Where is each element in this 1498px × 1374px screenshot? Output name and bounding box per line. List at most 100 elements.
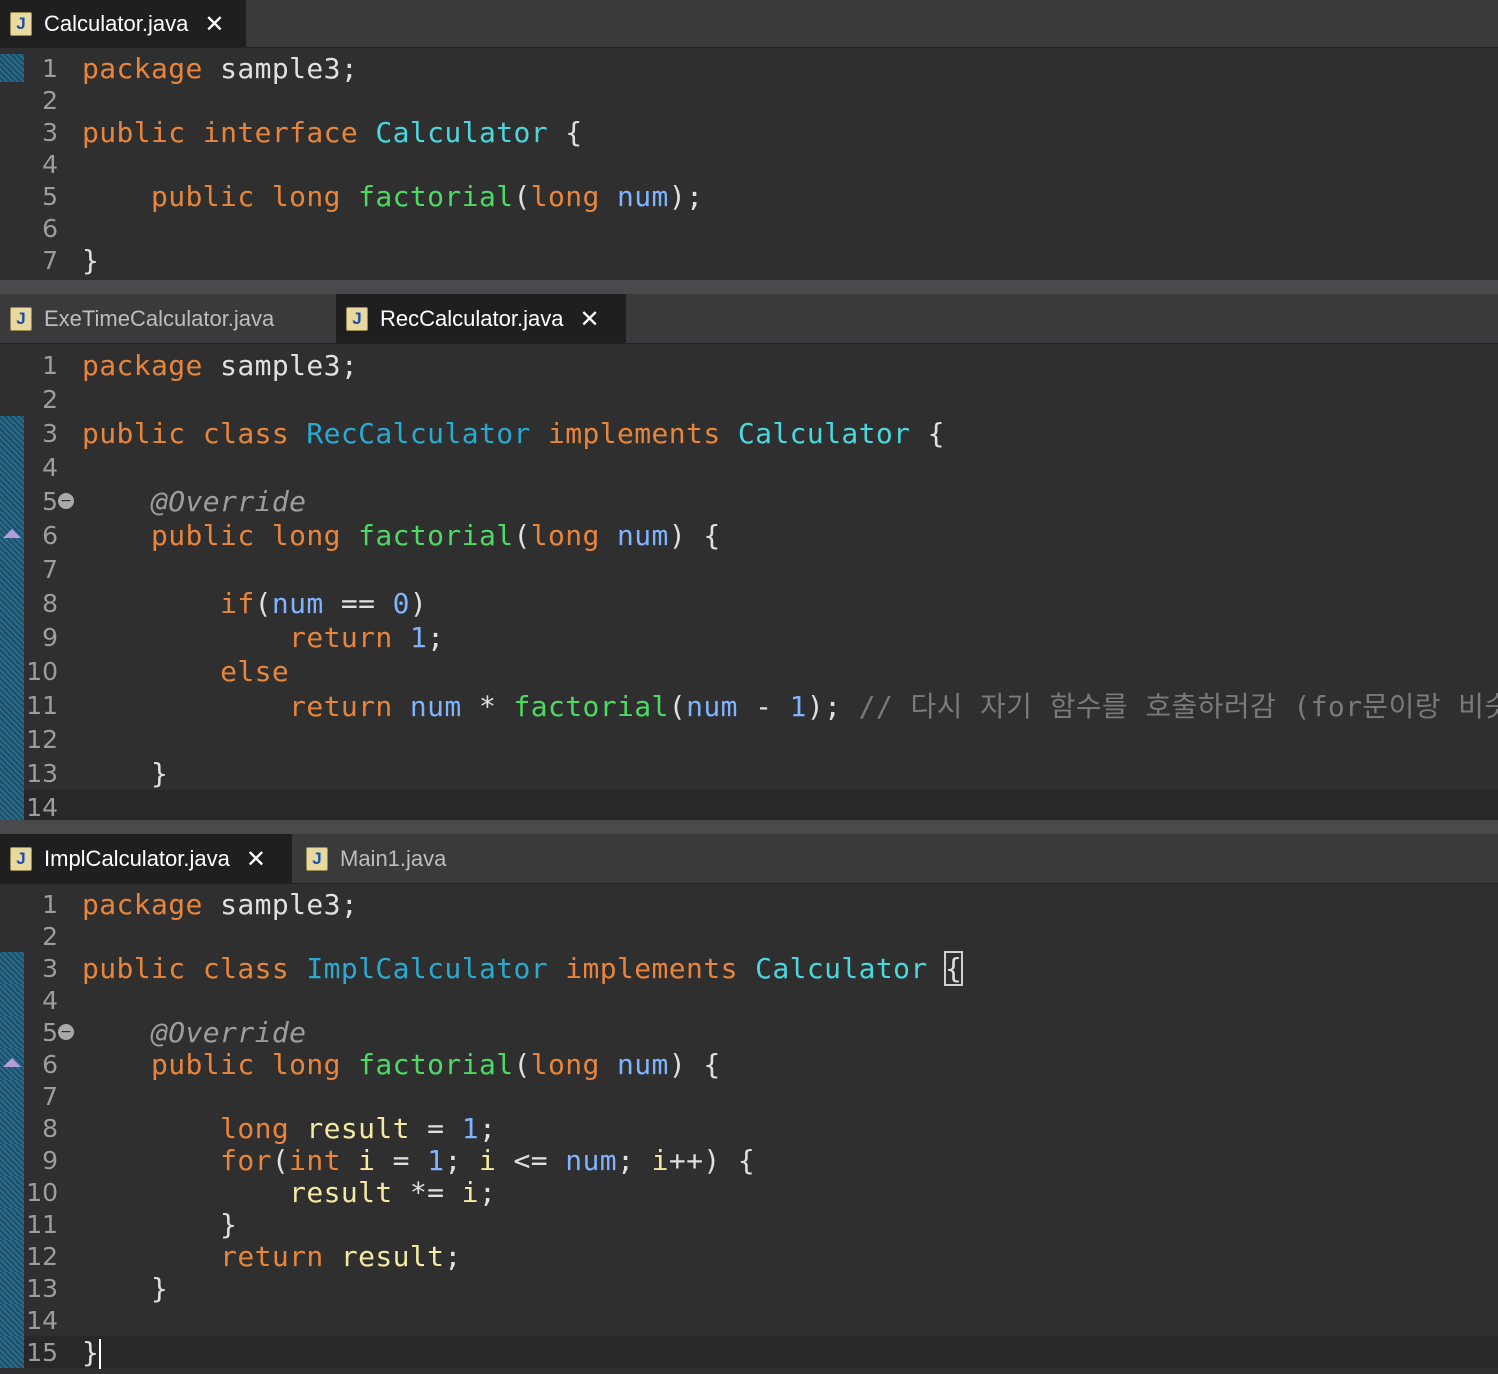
- code-text: }: [82, 1208, 237, 1241]
- tab-implcalculator-java[interactable]: J ImplCalculator.java ✕: [0, 834, 292, 883]
- change-ruler: [0, 1176, 24, 1208]
- code-token: (: [668, 690, 687, 723]
- code-line[interactable]: 7: [0, 552, 1498, 586]
- code-editor[interactable]: 1 package sample3; 2 3 public class ImplCalc…: [0, 884, 1498, 1374]
- fold-collapse-icon[interactable]: −: [58, 1024, 74, 1040]
- code-text: package sample3;: [82, 888, 358, 921]
- code-line[interactable]: 2: [0, 382, 1498, 416]
- code-line[interactable]: 6 public long factorial(long num) {: [0, 1047, 1498, 1081]
- code-line[interactable]: 15}: [0, 1336, 1498, 1369]
- pane-divider[interactable]: [0, 280, 1498, 294]
- code-line[interactable]: 10 else: [0, 654, 1498, 688]
- code-line[interactable]: 5− @Override: [0, 1016, 1498, 1049]
- code-editor[interactable]: 1 package sample3; 2 3 public interface Calc…: [0, 48, 1498, 280]
- code-line[interactable]: 8 long result = 1;: [0, 1112, 1498, 1145]
- code-line[interactable]: 4: [0, 984, 1498, 1016]
- code-line[interactable]: 4: [0, 450, 1498, 484]
- java-file-icon: J: [346, 306, 368, 331]
- code-line[interactable]: 6: [0, 212, 1498, 244]
- code-line[interactable]: 12: [0, 722, 1498, 756]
- code-line[interactable]: 1 package sample3;: [0, 888, 1498, 921]
- code-line[interactable]: 2: [0, 920, 1498, 952]
- code-token: (: [513, 518, 531, 552]
- line-number: 5: [42, 181, 58, 211]
- fold-collapse-icon[interactable]: −: [58, 493, 74, 509]
- java-file-icon: J: [10, 306, 32, 331]
- code-text: public class ImplCalculator implements C…: [82, 950, 964, 986]
- line-number: 14: [26, 1305, 58, 1335]
- code-token: ImplCalculator: [306, 951, 548, 985]
- code-line[interactable]: 3 public class ImplCalculator implements …: [0, 950, 1498, 986]
- code-token: i: [478, 1143, 497, 1177]
- code-line[interactable]: 4: [0, 148, 1498, 180]
- tab-calculator-java[interactable]: J Calculator.java ✕: [0, 0, 246, 47]
- close-icon[interactable]: ✕: [579, 305, 599, 333]
- code-token: factorial: [358, 1047, 514, 1081]
- code-token: return: [289, 620, 393, 654]
- close-icon[interactable]: ✕: [246, 845, 266, 873]
- override-marker-icon[interactable]: [3, 529, 21, 538]
- override-marker-icon[interactable]: [3, 1058, 21, 1067]
- line-number: 8: [42, 1113, 58, 1143]
- code-token: ): [409, 586, 428, 620]
- line-number: 12: [26, 1241, 58, 1271]
- code-line[interactable]: 5− @Override: [0, 484, 1498, 518]
- code-line[interactable]: 3 public class RecCalculator implements C…: [0, 416, 1498, 450]
- line-number: 6: [42, 213, 58, 243]
- code-line[interactable]: 9 return 1;: [0, 620, 1498, 654]
- change-ruler: [0, 920, 24, 952]
- code-token: ==: [323, 586, 393, 620]
- code-token: return: [220, 1239, 324, 1273]
- code-editor[interactable]: 1 package sample3; 2 3 public class RecCalcu…: [0, 344, 1498, 820]
- change-ruler: [0, 1304, 24, 1336]
- change-ruler: [0, 654, 24, 688]
- code-line[interactable]: 9 for(int i = 1; i <= num; i++) {: [0, 1143, 1498, 1177]
- code-line[interactable]: 1 package sample3;: [0, 52, 1498, 85]
- pane-divider[interactable]: [0, 820, 1498, 834]
- code-token: public: [82, 115, 186, 149]
- change-ruler: [0, 116, 24, 148]
- code-line[interactable]: 12 return result;: [0, 1239, 1498, 1273]
- code-token: =: [409, 1111, 462, 1145]
- code-token: class: [202, 951, 290, 985]
- tab-exetimecalculator-java[interactable]: J ExeTimeCalculator.java: [0, 294, 334, 343]
- code-line[interactable]: 6 public long factorial(long num) {: [0, 518, 1498, 552]
- change-ruler: [0, 984, 24, 1016]
- code-line[interactable]: 11 return num * factorial(num - 1); // 다…: [0, 688, 1498, 723]
- code-line[interactable]: 14: [0, 790, 1498, 820]
- code-line[interactable]: 10 result *= i;: [0, 1176, 1498, 1209]
- code-line[interactable]: 3 public interface Calculator {: [0, 115, 1498, 149]
- code-line[interactable]: 13 }: [0, 756, 1498, 790]
- tab-reccalculator-java[interactable]: J RecCalculator.java ✕: [336, 294, 626, 343]
- code-token: for: [220, 1143, 272, 1177]
- code-token: sample3;: [202, 348, 359, 382]
- code-line[interactable]: 2: [0, 84, 1498, 116]
- code-line[interactable]: 1 package sample3;: [0, 348, 1498, 382]
- code-line[interactable]: 8 if(num == 0): [0, 586, 1498, 620]
- code-token: public: [82, 951, 186, 985]
- code-line[interactable]: 7: [0, 1080, 1498, 1112]
- code-token: {: [547, 115, 583, 149]
- code-line[interactable]: 14: [0, 1304, 1498, 1336]
- code-token: num: [271, 586, 324, 620]
- code-line[interactable]: 5 public long factorial(long num);: [0, 180, 1498, 213]
- close-icon[interactable]: ✕: [204, 10, 224, 38]
- code-line[interactable]: 13 }: [0, 1272, 1498, 1305]
- change-ruler: [0, 450, 24, 484]
- code-line[interactable]: 11 }: [0, 1208, 1498, 1241]
- code-line[interactable]: 7}: [0, 244, 1498, 277]
- code-text: result *= i;: [82, 1176, 496, 1209]
- change-ruler: [0, 244, 24, 276]
- tab-main1-java[interactable]: J Main1.java: [296, 834, 496, 883]
- code-text: long result = 1;: [82, 1112, 496, 1145]
